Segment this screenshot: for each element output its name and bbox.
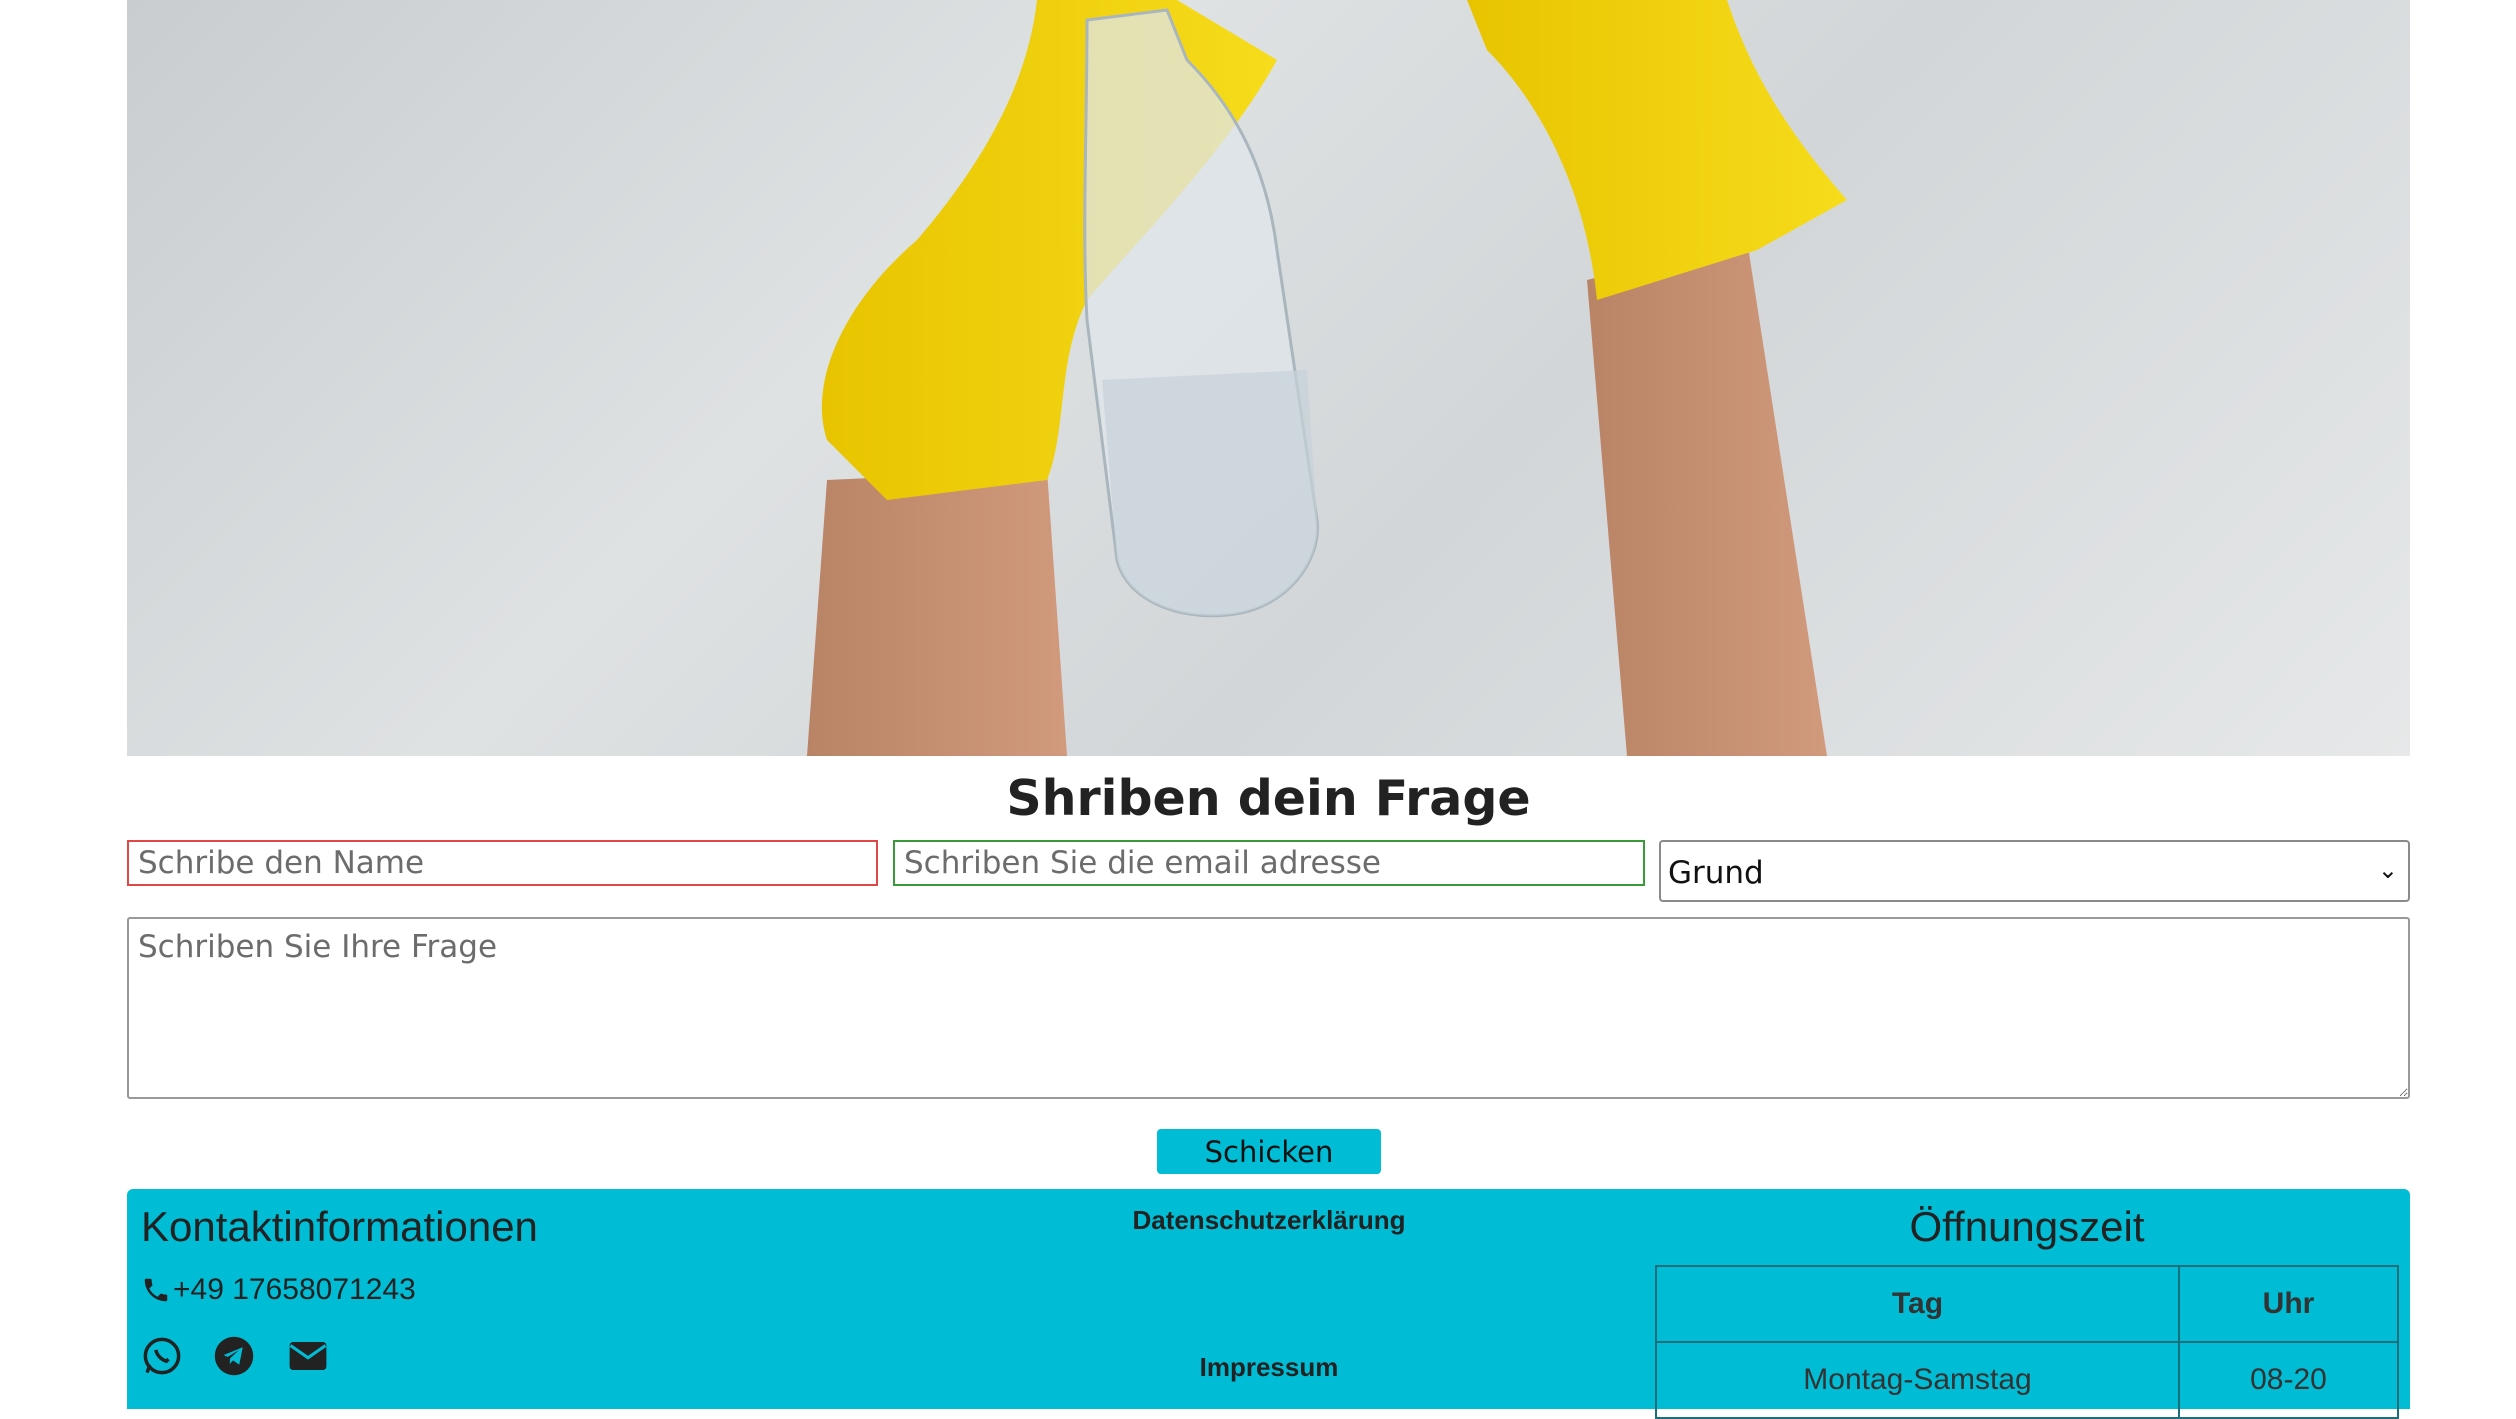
hours-table: Tag Uhr Montag-Samstag 08-20: [1655, 1265, 2399, 1419]
hero-image: [127, 0, 2410, 756]
whatsapp-icon[interactable]: [141, 1335, 183, 1377]
privacy-link[interactable]: Datenschutzerklärung: [979, 1205, 1559, 1236]
column-header-day: Tag: [1655, 1265, 2180, 1343]
phone-number: +49 17658071243: [173, 1273, 416, 1306]
telegram-icon[interactable]: [213, 1335, 255, 1377]
opening-hours: Öffnungszeit Tag Uhr Montag-Samstag 08-2…: [1655, 1203, 2399, 1419]
form-title: Shriben dein Frage: [1006, 770, 1531, 827]
table-header-row: Tag Uhr: [1655, 1265, 2399, 1343]
contact-title: Kontaktinformationen: [141, 1203, 538, 1250]
phone-icon: [144, 1278, 168, 1302]
question-textarea[interactable]: [127, 917, 2410, 1099]
table-row: Montag-Samstag 08-20: [1655, 1341, 2399, 1419]
cleaning-photo: [807, 0, 1847, 756]
social-links: [141, 1335, 538, 1377]
contact-section: Kontaktinformationen +49 17658071243: [141, 1203, 538, 1377]
time-cell: 08-20: [2178, 1341, 2399, 1419]
column-header-time: Uhr: [2178, 1265, 2399, 1343]
hours-title: Öffnungszeit: [1909, 1203, 2145, 1250]
footer: Kontaktinformationen +49 17658071243 Dat…: [127, 1189, 2410, 1419]
day-cell: Montag-Samstag: [1655, 1341, 2180, 1419]
name-input[interactable]: [127, 840, 878, 886]
phone-line[interactable]: +49 17658071243: [141, 1273, 538, 1307]
reason-select[interactable]: Grund ⌄: [1659, 840, 2410, 902]
chevron-down-icon: ⌄: [2377, 856, 2398, 884]
email-input[interactable]: [893, 840, 1645, 886]
legal-links: Datenschutzerklärung Impressum: [979, 1205, 1559, 1383]
reason-select-value: Grund: [1668, 855, 1764, 891]
submit-button[interactable]: Schicken: [1157, 1129, 1381, 1174]
email-icon[interactable]: [285, 1335, 327, 1377]
imprint-link[interactable]: Impressum: [979, 1352, 1559, 1383]
